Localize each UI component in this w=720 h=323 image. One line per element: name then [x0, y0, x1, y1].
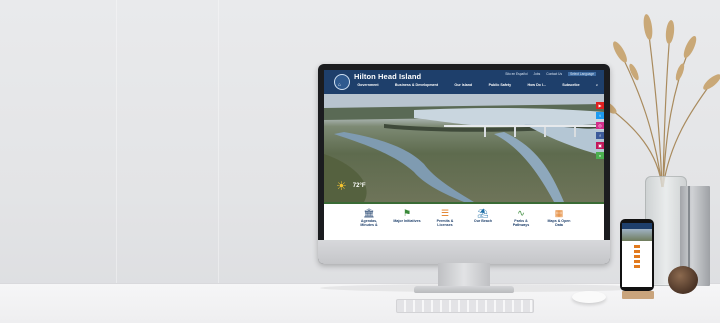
monitor-chin: [318, 240, 610, 264]
desktop-monitor: Hilton Head Island Sito en Español Jobs …: [318, 64, 610, 264]
utility-links: Sito en Español Jobs Contact Us Select L…: [505, 72, 596, 76]
social-bar: ▶ t ◎ f ▣ n: [596, 102, 604, 162]
home-icon[interactable]: ⌂: [338, 83, 341, 88]
utility-link-contact[interactable]: Contact Us: [546, 72, 562, 76]
path-icon: ∿: [517, 208, 525, 218]
phone-link-icon: [634, 260, 640, 263]
quick-link-label: Parks & Pathways: [512, 219, 530, 228]
map-icon: ▦: [554, 208, 564, 218]
keyboard: [396, 299, 534, 313]
phone-stand: [622, 291, 654, 299]
phone-hero-image: [622, 229, 652, 241]
facebook-icon[interactable]: f: [596, 132, 604, 139]
nav-item-our-island[interactable]: Our Island: [454, 83, 472, 88]
quick-link-label: Maps & Open Data: [547, 219, 571, 228]
phone-link-icon: [634, 245, 640, 248]
quick-link-label: Major Initiatives: [393, 219, 421, 223]
smartphone: [620, 219, 654, 291]
nav-item-government[interactable]: Government: [357, 83, 378, 88]
quick-link-maps[interactable]: ▦ Maps & Open Data: [544, 208, 574, 240]
nav-item-business[interactable]: Business & Development: [395, 83, 438, 88]
phone-quick-links: [622, 241, 652, 272]
phone-link-icon: [634, 250, 640, 253]
nav-item-public-safety[interactable]: Public Safety: [489, 83, 512, 88]
quick-link-initiatives[interactable]: ⚑ Major Initiatives: [392, 208, 422, 240]
instagram-icon[interactable]: ◎: [596, 122, 604, 129]
temperature: 72°F: [352, 183, 366, 189]
quick-link-label: Agendas, Minutes &: [360, 219, 378, 228]
sun-icon: ☀: [336, 179, 347, 193]
monitor-screen: Hilton Head Island Sito en Español Jobs …: [324, 70, 604, 240]
quick-link-permits[interactable]: ☰ Permits & Licenses: [430, 208, 460, 240]
utility-link-spanish[interactable]: Sito en Español: [505, 72, 527, 76]
nav-item-how-do-i[interactable]: How Do I...: [528, 83, 546, 88]
building-icon: 🏛: [363, 208, 375, 218]
palm-tree-icon: ⛱: [477, 208, 489, 218]
quick-link-label: Permits & Licenses: [436, 219, 454, 228]
phone-screen: [622, 223, 652, 287]
nextdoor-icon[interactable]: n: [596, 152, 604, 159]
quick-links: 🏛 Agendas, Minutes & ⚑ Major Initiatives…: [324, 202, 604, 240]
wall-panel-line: [218, 0, 219, 285]
wall-panel-line: [116, 0, 117, 285]
search-icon[interactable]: ⌕: [596, 83, 598, 88]
quick-link-agendas[interactable]: 🏛 Agendas, Minutes &: [354, 208, 384, 240]
photo-icon[interactable]: ▣: [596, 142, 604, 149]
quick-link-parks[interactable]: ∿ Parks & Pathways: [506, 208, 536, 240]
select-language-button[interactable]: Select Language: [568, 72, 596, 76]
twitter-icon[interactable]: t: [596, 112, 604, 119]
list-icon: ☰: [440, 208, 450, 218]
nav-item-subscribe[interactable]: Subscribe: [562, 83, 579, 88]
mouse: [572, 291, 606, 303]
site-header: Hilton Head Island Sito en Español Jobs …: [324, 70, 604, 94]
people-icon: ⚑: [402, 208, 412, 218]
youtube-icon[interactable]: ▶: [596, 102, 604, 109]
site-title[interactable]: Hilton Head Island: [354, 72, 421, 81]
phone-link-icon: [634, 265, 640, 268]
quick-link-beach[interactable]: ⛱ Our Beach: [468, 208, 498, 240]
quick-link-label: Our Beach: [473, 219, 493, 223]
utility-link-jobs[interactable]: Jobs: [534, 72, 541, 76]
hero-image: ☀ 72°F ▶ t ◎ f ▣ n: [324, 94, 604, 202]
weather-widget[interactable]: ☀ 72°F: [336, 180, 366, 192]
decorative-ball: [668, 266, 698, 294]
main-nav: ⌂ Government Business & Development Our …: [338, 83, 598, 88]
marsh-landscape: [324, 94, 604, 202]
monitor-stand-foot: [414, 286, 514, 293]
phone-link-icon: [634, 255, 640, 258]
